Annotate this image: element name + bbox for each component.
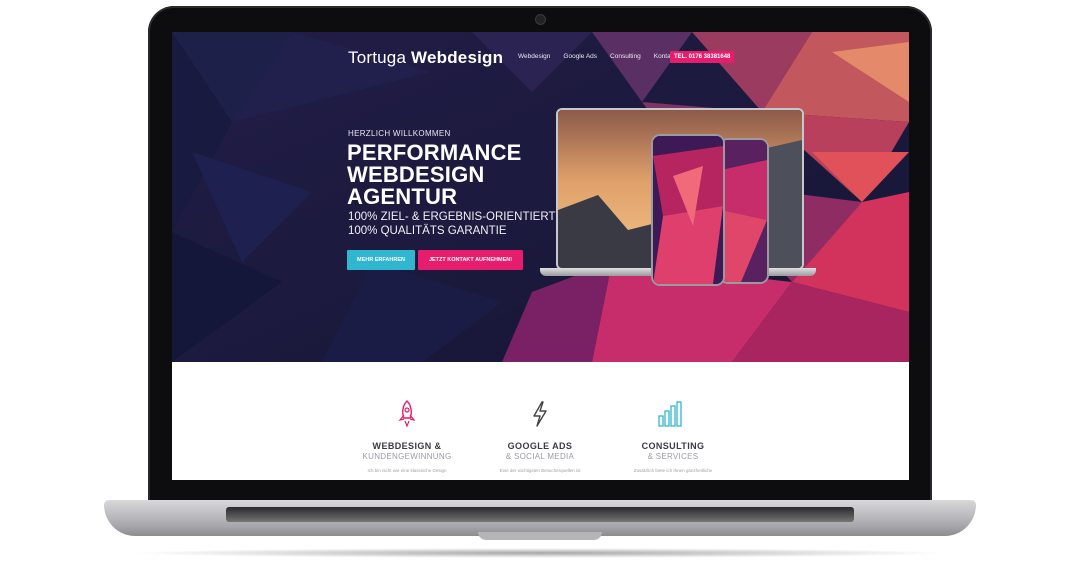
hero-subtitle: 100% ZIEL- & ERGEBNIS-ORIENTIERT 100% QU… — [348, 210, 555, 238]
service-text: Eine der wichtigsten Besucherquellen ist — [499, 468, 581, 473]
service-text: Zusätzlich biete ich Ihnen ganzheitliche — [633, 468, 713, 473]
service-text: Ich bin nicht wie eine klassische Design — [367, 468, 447, 473]
top-navigation: Tortuga Webdesign Webdesign Google Ads C… — [172, 32, 909, 82]
service-subtitle: & SOCIAL MEDIA — [505, 452, 575, 461]
hero-subtitle-line: 100% QUALITÄTS GARANTIE — [348, 225, 507, 237]
nav-links: Webdesign Google Ads Consulting Kontakt — [518, 53, 676, 60]
more-info-button[interactable]: MEHR ERFAHREN — [347, 250, 415, 270]
phone-button[interactable]: TEL. 0176 38381648 — [670, 51, 735, 63]
laptop-keyboard — [226, 507, 854, 522]
service-title: CONSULTING — [641, 441, 705, 451]
lightning-icon — [533, 401, 547, 427]
site-logo[interactable]: Tortuga Webdesign — [348, 48, 503, 68]
service-title: GOOGLE ADS — [507, 441, 573, 451]
logo-bold-text: Webdesign — [411, 48, 504, 67]
webcam-icon — [535, 14, 546, 25]
phone-wallpaper — [721, 140, 767, 282]
service-title: WEBDESIGN & — [372, 441, 442, 451]
nav-link-google-ads[interactable]: Google Ads — [563, 53, 597, 60]
hero-subtitle-line: 100% ZIEL- & ERGEBNIS-ORIENTIERT — [348, 211, 556, 223]
hero-eyebrow: HERZLICH WILLKOMMEN — [348, 129, 451, 138]
rocket-icon — [398, 400, 416, 428]
service-subtitle: & SERVICES — [647, 452, 699, 461]
phone-wallpaper — [653, 136, 723, 284]
services-section: WEBDESIGN & KUNDENGEWINNUNG Ich bin nich… — [172, 362, 909, 480]
nav-link-consulting[interactable]: Consulting — [610, 53, 641, 60]
hero-title-line: PERFORMANCE — [347, 140, 522, 165]
nav-link-webdesign[interactable]: Webdesign — [518, 53, 550, 60]
bar-chart-icon — [658, 401, 682, 427]
laptop-shadow — [130, 548, 950, 558]
browser-viewport: Tortuga Webdesign Webdesign Google Ads C… — [172, 32, 909, 480]
hero-section: Tortuga Webdesign Webdesign Google Ads C… — [172, 32, 909, 362]
laptop-opening-notch — [478, 532, 602, 540]
phone-mockup-image — [651, 134, 725, 286]
hero-title-line: WEBDESIGN — [347, 162, 485, 187]
hero-title: PERFORMANCE WEBDESIGN AGENTUR — [347, 142, 522, 208]
hero-title-line: AGENTUR — [347, 184, 458, 209]
logo-light-text: Tortuga — [348, 48, 407, 67]
phone-mockup-image — [719, 138, 769, 284]
contact-button[interactable]: JETZT KONTAKT AUFNEHMEN! — [418, 250, 523, 270]
service-subtitle: KUNDENGEWINNUNG — [362, 452, 452, 461]
